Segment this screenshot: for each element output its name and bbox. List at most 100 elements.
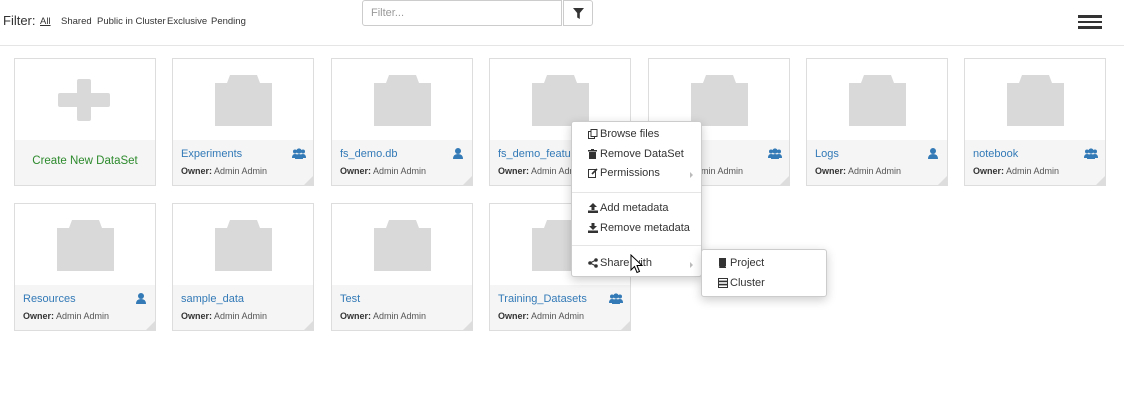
copy-icon xyxy=(587,129,598,140)
submenu-item-cluster[interactable]: Cluster xyxy=(717,277,765,289)
menu-item-remove-dataset[interactable]: Remove DataSet xyxy=(587,148,684,160)
dataset-card[interactable]: Experiments Owner: Admin Admin xyxy=(172,58,314,186)
owner-prefix: Owner: xyxy=(973,166,1005,176)
remove-dataset-label: Remove DataSet xyxy=(600,148,684,160)
filter-all[interactable]: All xyxy=(40,16,51,27)
folder-icon xyxy=(215,75,272,126)
owner-name: Admin Admin xyxy=(214,166,268,176)
menu-divider xyxy=(572,245,701,246)
menu-item-add-metadata[interactable]: Add metadata xyxy=(587,202,669,214)
menu-item-permissions[interactable]: Permissions xyxy=(587,167,660,179)
dataset-name[interactable]: Test xyxy=(340,293,360,305)
filter-button[interactable] xyxy=(563,0,593,26)
users-icon xyxy=(292,148,306,159)
users-icon xyxy=(1084,148,1098,159)
project-label: Project xyxy=(730,257,765,269)
dataset-card[interactable]: sample_data Owner: Admin Admin xyxy=(172,203,314,331)
create-dataset-label[interactable]: Create New DataSet xyxy=(15,155,155,167)
dataset-name[interactable]: fs_demo.db xyxy=(340,148,397,160)
upload-icon xyxy=(587,203,598,214)
owner-prefix: Owner: xyxy=(498,311,530,321)
menu-item-remove-metadata[interactable]: Remove metadata xyxy=(587,222,690,234)
resize-corner xyxy=(1096,176,1105,185)
dataset-name[interactable]: Training_Datasets xyxy=(498,293,587,305)
dataset-name[interactable]: sample_data xyxy=(181,293,244,305)
dataset-owner: Owner: Admin Admin xyxy=(973,166,1059,176)
dataset-thumb[interactable] xyxy=(965,59,1105,141)
resize-corner xyxy=(304,321,313,330)
dataset-meta: Test Owner: Admin Admin xyxy=(332,285,472,330)
menu-toggle-button[interactable] xyxy=(1078,15,1102,29)
dataset-meta: Resources Owner: Admin Admin xyxy=(15,285,155,330)
dataset-thumb[interactable] xyxy=(173,59,313,141)
dataset-card[interactable]: Resources Owner: Admin Admin xyxy=(14,203,156,331)
dataset-meta: Experiments Owner: Admin Admin xyxy=(173,140,313,185)
dataset-thumb[interactable] xyxy=(332,204,472,286)
mouse-cursor-icon xyxy=(630,254,644,274)
dataset-meta: Training_Datasets Owner: Admin Admin xyxy=(490,285,630,330)
dataset-name[interactable]: Resources xyxy=(23,293,76,305)
owner-prefix: Owner: xyxy=(340,311,372,321)
share-submenu: Project Cluster xyxy=(701,249,827,297)
owner-name: Admin Admin xyxy=(1006,166,1060,176)
owner-name: Admin Admin xyxy=(531,311,585,321)
owner-name: Admin Admin xyxy=(214,311,268,321)
top-bar: Filter: All Shared Public in Cluster Exc… xyxy=(0,0,1124,46)
dataset-name[interactable]: notebook xyxy=(973,148,1018,160)
folder-icon xyxy=(215,220,272,271)
dataset-thumb[interactable] xyxy=(332,59,472,141)
funnel-icon xyxy=(572,7,584,19)
dataset-meta: fs_demo.db Owner: Admin Admin xyxy=(332,140,472,185)
dataset-card[interactable]: Logs Owner: Admin Admin xyxy=(806,58,948,186)
menu-item-browse-files[interactable]: Browse files xyxy=(587,128,659,140)
dataset-thumb[interactable] xyxy=(173,204,313,286)
plus-icon xyxy=(58,79,110,121)
filter-exclusive[interactable]: Exclusive xyxy=(167,16,207,27)
dataset-name[interactable]: fs_demo_featur xyxy=(498,148,574,160)
dataset-thumb[interactable] xyxy=(807,59,947,141)
dataset-thumb[interactable] xyxy=(15,204,155,286)
submenu-item-project[interactable]: Project xyxy=(717,257,764,269)
users-icon xyxy=(768,148,782,159)
resize-corner xyxy=(463,176,472,185)
owner-name: Admin Admin xyxy=(848,166,902,176)
server-icon xyxy=(717,278,728,289)
trash-icon xyxy=(587,149,598,160)
menu-divider xyxy=(572,192,701,193)
dataset-owner: Owner: Admin Admin xyxy=(340,311,426,321)
user-icon xyxy=(453,148,463,159)
dataset-owner: Owner: Admin Admin xyxy=(181,166,267,176)
dataset-owner: Owner: Admin Admin xyxy=(498,311,584,321)
owner-prefix: Owner: xyxy=(181,166,213,176)
share-icon xyxy=(587,258,598,269)
filter-pending[interactable]: Pending xyxy=(211,16,246,27)
filter-public-in-cluster[interactable]: Public in Cluster xyxy=(97,16,166,27)
dataset-owner: Owner: Admin Admin xyxy=(340,166,426,176)
dataset-name[interactable]: Logs xyxy=(815,148,839,160)
resize-corner xyxy=(621,321,630,330)
owner-prefix: Owner: xyxy=(23,311,55,321)
dataset-owner: Owner: Admin Admin xyxy=(181,311,267,321)
folder-icon xyxy=(374,220,431,271)
folder-icon xyxy=(1007,75,1064,126)
owner-name: Admin Admin xyxy=(373,311,427,321)
remove-metadata-label: Remove metadata xyxy=(600,222,690,234)
folder-icon xyxy=(849,75,906,126)
dataset-card[interactable]: notebook Owner: Admin Admin xyxy=(964,58,1106,186)
search-input[interactable] xyxy=(362,0,562,26)
filter-shared[interactable]: Shared xyxy=(61,16,92,27)
dataset-meta: Logs Owner: Admin Admin xyxy=(807,140,947,185)
dataset-name[interactable]: Experiments xyxy=(181,148,242,160)
browse-files-label: Browse files xyxy=(600,128,660,140)
filter-label: Filter: xyxy=(3,13,36,28)
resize-corner xyxy=(304,176,313,185)
resize-corner xyxy=(780,176,789,185)
dataset-card[interactable]: Test Owner: Admin Admin xyxy=(331,203,473,331)
create-dataset-card[interactable]: Create New DataSet xyxy=(14,58,156,186)
dataset-card[interactable]: fs_demo.db Owner: Admin Admin xyxy=(331,58,473,186)
download-icon xyxy=(587,223,598,234)
owner-name: Admin Admin xyxy=(56,311,110,321)
folder-icon xyxy=(57,220,114,271)
folder-icon xyxy=(691,75,748,126)
owner-prefix: Owner: xyxy=(815,166,847,176)
